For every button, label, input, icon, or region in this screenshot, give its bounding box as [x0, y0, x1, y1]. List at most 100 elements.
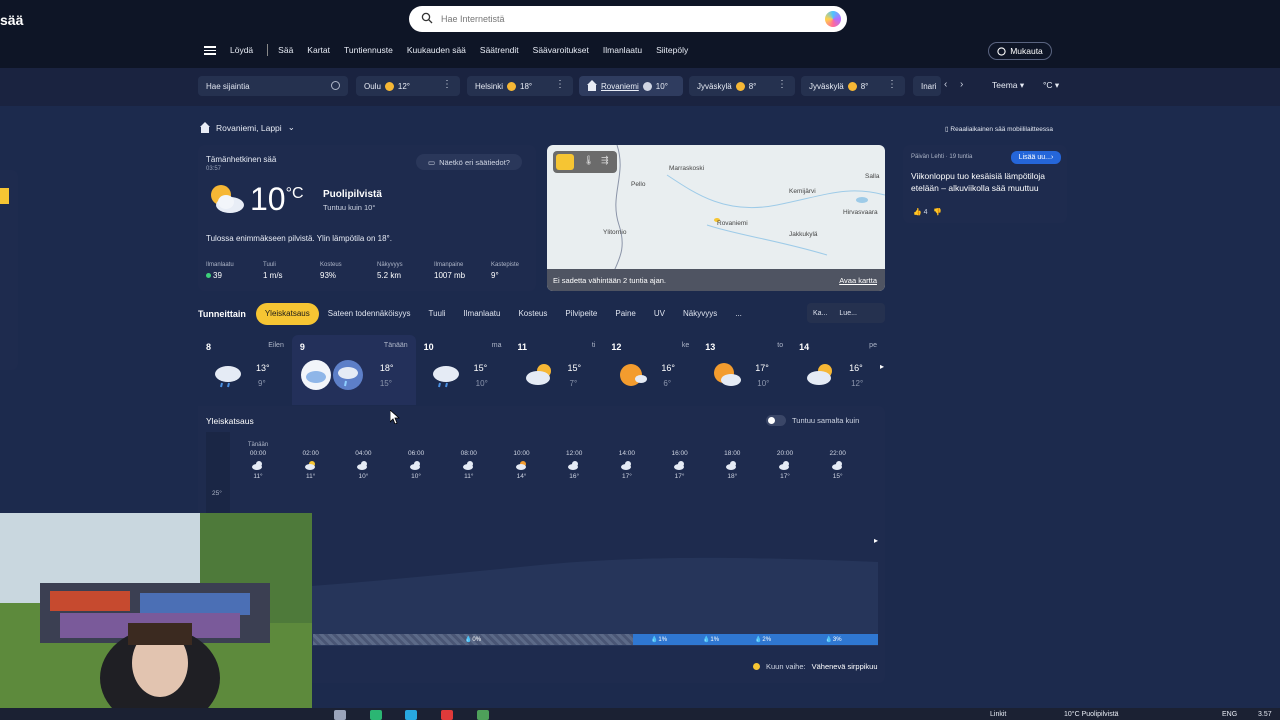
tab-cloud-cover[interactable]: Pilvipeite: [556, 303, 606, 325]
more-options-icon[interactable]: ⋮: [887, 79, 897, 90]
temp-unit: °C: [285, 185, 304, 202]
realtime-mobile-link[interactable]: ▯ Reaaliaikainen sää mobiililaitteessa: [945, 125, 1053, 133]
menu-icon[interactable]: [204, 44, 216, 57]
more-news-button[interactable]: Lisää uu... ›: [1011, 151, 1061, 164]
hour-temp: 17°: [621, 473, 632, 480]
moon-icon: [753, 663, 760, 670]
precip-layer-icon[interactable]: [556, 154, 574, 170]
edge-icon[interactable]: [405, 710, 417, 720]
metric-humidity[interactable]: Kosteus 93%: [320, 262, 377, 280]
hour-column[interactable]: Tänään 00:00 11°: [238, 442, 278, 480]
app-icon[interactable]: [441, 710, 453, 720]
moon-icon: [735, 81, 745, 91]
app-icon[interactable]: [334, 710, 346, 720]
hour-column[interactable]: 06:00 10°: [396, 442, 436, 480]
more-options-icon[interactable]: ⋮: [777, 79, 787, 90]
location-search-input[interactable]: Hae sijaintia: [198, 76, 348, 96]
tab-air-quality[interactable]: Ilmanlaatu: [455, 303, 510, 325]
nav-item-loyda[interactable]: Löydä: [230, 45, 253, 55]
feedback-button[interactable]: ▭ Näetkö eri säätiedot?: [416, 154, 522, 170]
tab-precip-probability[interactable]: Sateen todennäköisyys: [319, 303, 420, 325]
nav-item-ilmanlaatu[interactable]: Ilmanlaatu: [603, 45, 642, 55]
next-hours-arrow-icon[interactable]: ▸: [874, 536, 878, 545]
thumbs-up-icon[interactable]: 👍: [913, 209, 922, 216]
location-title[interactable]: Rovaniemi, Lappi ⌄: [200, 121, 295, 133]
hour-column[interactable]: 16:00 17°: [660, 442, 700, 480]
taskbar-links[interactable]: Linkit: [990, 711, 1006, 718]
hour-column[interactable]: 04:00 10°: [343, 442, 383, 480]
taskbar-weather[interactable]: 10°C Puolipilvistä: [1064, 711, 1119, 718]
day-card-today[interactable]: 9 Tänään 18° 15°: [291, 335, 416, 405]
nav-item-siitepoly[interactable]: Siitepöly: [656, 45, 688, 55]
theme-select[interactable]: Teema ▾: [992, 80, 1024, 91]
taskbar-clock[interactable]: 3.57: [1258, 711, 1272, 718]
location-chip-helsinki[interactable]: Helsinki 18° ⋮: [467, 76, 573, 96]
location-chip-rovaniemi[interactable]: Rovaniemi 10°: [579, 76, 683, 96]
customize-button[interactable]: Mukauta: [988, 42, 1052, 60]
chart-view-button[interactable]: Ka...: [813, 310, 827, 317]
metric-dew-point[interactable]: Kastepiste 9°: [491, 262, 548, 280]
day-card[interactable]: 8 Eilen 13° 9°: [198, 335, 292, 405]
tab-overview[interactable]: Yleiskatsaus: [255, 303, 319, 325]
location-chip-jyvaskyla[interactable]: Jyväskylä 8° ⋮: [689, 76, 795, 96]
list-view-button[interactable]: Lue...: [839, 310, 857, 317]
hour-column[interactable]: 18:00 18°: [712, 442, 752, 480]
location-chip-oulu[interactable]: Oulu 12° ⋮: [356, 76, 460, 96]
hour-column[interactable]: 20:00 17°: [765, 442, 805, 480]
metric-wind[interactable]: Tuuli 1 m/s: [263, 262, 320, 280]
thermometer-icon[interactable]: 🌡: [583, 155, 594, 166]
tab-wind[interactable]: Tuuli: [419, 303, 454, 325]
metric-visibility[interactable]: Näkyvyys 5.2 km: [377, 262, 434, 280]
feels-like-toggle-label: Tuntuu samalta kuin: [792, 416, 860, 425]
nav-item-saa[interactable]: Sää: [278, 45, 293, 55]
nav-item-saavaroitukset[interactable]: Säävaroitukset: [533, 45, 589, 55]
metric-air-quality[interactable]: Ilmanlaatu 39: [206, 262, 263, 280]
news-title[interactable]: Viikonloppu tuo kesäisiä lämpötiloja ete…: [911, 170, 1061, 194]
feels-like-toggle[interactable]: [766, 415, 786, 426]
next-days-arrow-icon[interactable]: ▸: [880, 362, 884, 371]
day-card[interactable]: 14 pe 16° 12°: [791, 335, 885, 405]
tab-more[interactable]: ...: [726, 303, 751, 325]
more-options-icon[interactable]: ⋮: [442, 79, 452, 90]
wind-icon[interactable]: ⇶: [601, 155, 609, 166]
hour-column[interactable]: 12:00 16°: [554, 442, 594, 480]
day-weekday: ma: [491, 342, 502, 349]
hour-column[interactable]: 22:00 15°: [818, 442, 858, 480]
nav-item-tuntiennuste[interactable]: Tuntiennuste: [344, 45, 393, 55]
news-card[interactable]: Päivän Lehti · 19 tuntia Lisää uu... › V…: [903, 145, 1067, 223]
day-card[interactable]: 12 ke 16° 6°: [603, 335, 697, 405]
day-card[interactable]: 13 to 17° 10°: [697, 335, 791, 405]
nav-item-kuukauden-saa[interactable]: Kuukauden sää: [407, 45, 466, 55]
nav-item-saatrendit[interactable]: Säätrendit: [480, 45, 519, 55]
hour-column[interactable]: 02:00 11°: [291, 442, 331, 480]
tab-humidity[interactable]: Kosteus: [509, 303, 556, 325]
chevron-left-icon[interactable]: ‹: [944, 79, 947, 90]
day-card[interactable]: 10 ma 15° 10°: [416, 335, 510, 405]
tab-uv[interactable]: UV: [645, 303, 674, 325]
day-card[interactable]: 11 ti 15° 7°: [510, 335, 604, 405]
metric-pressure[interactable]: Ilmanpaine 1007 mb: [434, 262, 491, 280]
thumbs-down-icon[interactable]: 👎: [933, 209, 942, 216]
hour-temp: 11°: [464, 473, 474, 480]
map-layer-switcher[interactable]: 🌡 ⇶: [553, 151, 617, 173]
copilot-icon[interactable]: [825, 11, 841, 27]
weather-map[interactable]: Pello Marraskoski Kemijärvi Salla Ylitor…: [547, 145, 885, 291]
more-options-icon[interactable]: ⋮: [555, 79, 565, 90]
day-low: 9°: [258, 379, 266, 388]
hour-column[interactable]: 14:00 17°: [607, 442, 647, 480]
tab-visibility[interactable]: Näkyvyys: [674, 303, 726, 325]
location-chip-jyvaskyla-2[interactable]: Jyväskylä 8° ⋮: [801, 76, 905, 96]
app-icon[interactable]: [370, 710, 382, 720]
chevron-right-icon[interactable]: ›: [960, 79, 963, 90]
unit-select[interactable]: °C ▾: [1043, 80, 1059, 91]
nav-item-kartat[interactable]: Kartat: [307, 45, 330, 55]
web-search-input[interactable]: Hae Internetistä: [409, 6, 847, 32]
taskbar-language[interactable]: ENG: [1222, 711, 1237, 718]
tab-pressure[interactable]: Paine: [606, 303, 644, 325]
hour-column[interactable]: 10:00 14°: [502, 442, 542, 480]
location-chip-inari[interactable]: Inari: [913, 76, 941, 96]
app-icon[interactable]: [477, 710, 489, 720]
open-map-link[interactable]: Avaa kartta: [839, 276, 877, 285]
hour-day: [818, 442, 858, 450]
hour-column[interactable]: 08:00 11°: [449, 442, 489, 480]
